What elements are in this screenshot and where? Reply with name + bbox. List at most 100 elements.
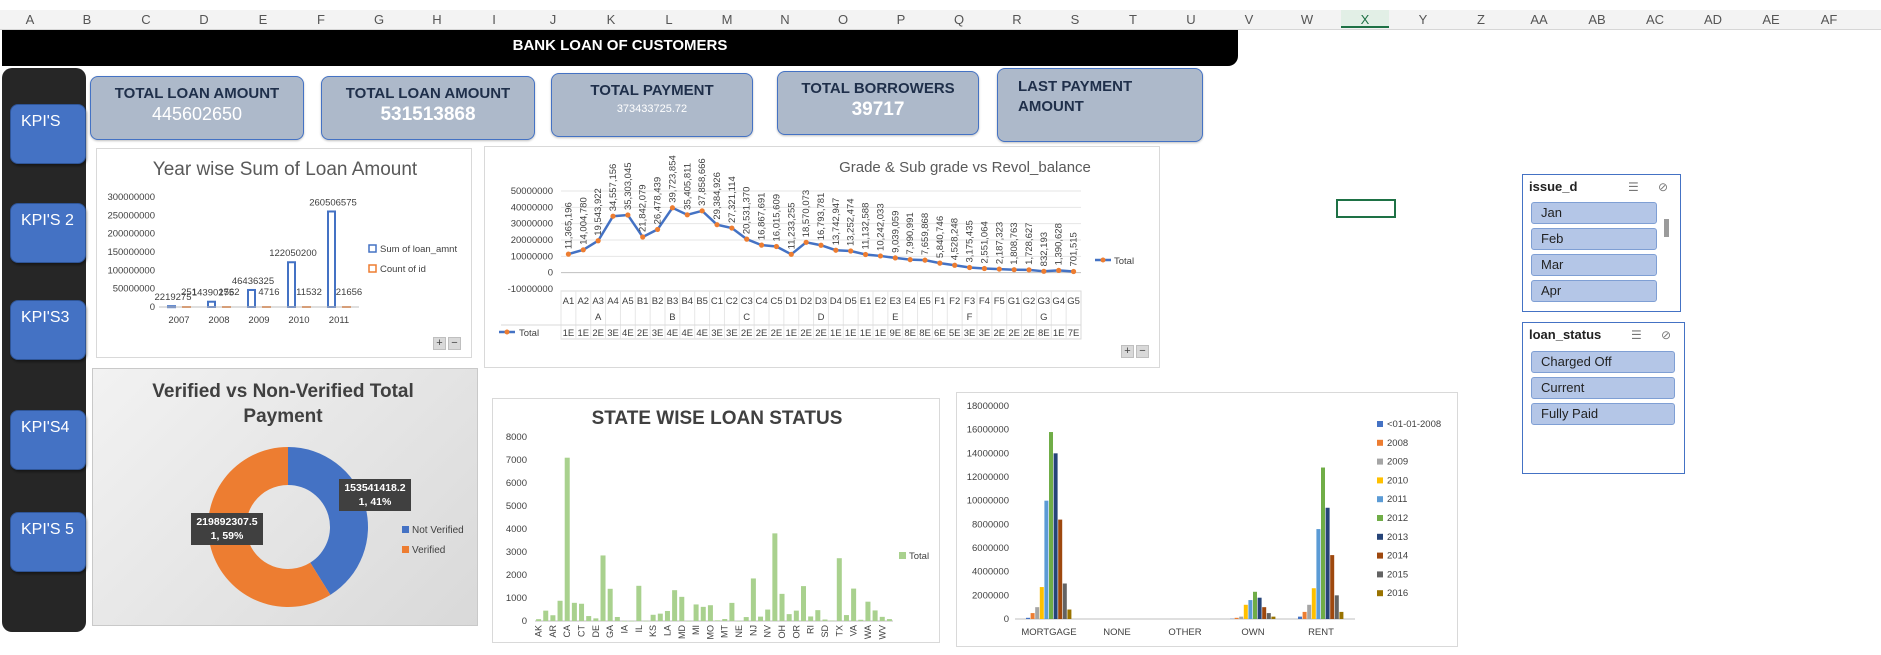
bar-year-series: [1067, 609, 1072, 619]
y-tick-label: 18000000: [967, 401, 1009, 412]
kpi-card-total-borrowers[interactable]: TOTAL BORROWERS 39717: [777, 71, 979, 135]
column-header-c[interactable]: C: [122, 12, 170, 27]
expand-button[interactable]: +: [433, 337, 446, 350]
column-header-o[interactable]: O: [819, 12, 867, 27]
column-header-aa[interactable]: AA: [1515, 12, 1563, 27]
slicer-item[interactable]: Mar: [1531, 254, 1657, 276]
legend-label: 2009: [1387, 457, 1408, 468]
column-header-d[interactable]: D: [180, 12, 228, 27]
column-header-w[interactable]: W: [1283, 12, 1331, 27]
y-tick-label: 2000000: [972, 590, 1009, 601]
data-point: [1041, 268, 1047, 274]
year-wise-loan-chart[interactable]: Year wise Sum of Loan Amount 0 50000000 10…: [96, 148, 472, 358]
bar-total: [679, 596, 685, 621]
slicer-item[interactable]: Charged Off: [1531, 351, 1675, 373]
column-header-n[interactable]: N: [761, 12, 809, 27]
grade-chart-svg: -10000000 0 10000000 20000000 30000000 400000…: [499, 155, 1134, 340]
sidebar-item-kpis-5[interactable]: KPI'S 5: [10, 512, 86, 572]
bar-total: [772, 533, 778, 621]
column-header-x[interactable]: X: [1341, 10, 1389, 28]
column-header-u[interactable]: U: [1167, 12, 1215, 27]
kpi-label: TOTAL LOAN AMOUNT: [114, 85, 280, 102]
multi-select-icon[interactable]: ☰: [1628, 180, 1639, 194]
sidebar-item-kpis-2[interactable]: KPI'S 2: [10, 203, 86, 263]
verified-payment-chart[interactable]: Verified vs Non-Verified Total Payment 1…: [92, 368, 478, 626]
column-header-e[interactable]: E: [239, 12, 287, 27]
legend-label: Total: [1114, 256, 1134, 267]
column-header-v[interactable]: V: [1225, 12, 1273, 27]
kpi-card-total-payment[interactable]: TOTAL PAYMENT 373433725.72: [551, 73, 753, 137]
kpi-card-last-payment-amount[interactable]: LAST PAYMENT AMOUNT: [997, 68, 1203, 142]
column-header-j[interactable]: J: [529, 12, 577, 27]
slicer-item[interactable]: Current: [1531, 377, 1675, 399]
column-header-y[interactable]: Y: [1399, 12, 1447, 27]
column-header-b[interactable]: B: [63, 12, 111, 27]
clear-filter-icon[interactable]: ⊘: [1658, 180, 1668, 194]
y-tick-label: 30000000: [511, 219, 553, 230]
slicer-issue-d[interactable]: issue_d ☰ ⊘ Jan Feb Mar Apr: [1522, 174, 1681, 312]
data-label: 2,551,064: [979, 221, 990, 263]
column-header-k[interactable]: K: [587, 12, 635, 27]
data-point: [788, 251, 794, 257]
column-header-g[interactable]: G: [355, 12, 403, 27]
y-tick-label: 16000000: [967, 425, 1009, 436]
slicer-item[interactable]: Apr: [1531, 280, 1657, 302]
data-point: [818, 242, 824, 248]
data-label: 46436325: [232, 276, 274, 287]
column-header-a[interactable]: A: [6, 12, 54, 27]
collapse-button[interactable]: −: [1136, 345, 1149, 358]
column-header-s[interactable]: S: [1051, 12, 1099, 27]
column-header-m[interactable]: M: [703, 12, 751, 27]
column-header-f[interactable]: F: [297, 12, 345, 27]
bar-year-series: [1302, 611, 1307, 619]
multi-select-icon[interactable]: ☰: [1631, 328, 1642, 342]
slicer-item[interactable]: Feb: [1531, 228, 1657, 250]
column-header-ab[interactable]: AB: [1573, 12, 1621, 27]
sidebar-item-kpis[interactable]: KPI'S: [10, 104, 86, 164]
column-header-z[interactable]: Z: [1457, 12, 1505, 27]
home-ownership-chart[interactable]: 0 2000000 4000000 6000000 8000000 10000000 120…: [956, 392, 1458, 647]
bar-year-series: [1330, 555, 1335, 619]
expand-button[interactable]: +: [1121, 345, 1134, 358]
selected-cell[interactable]: [1336, 199, 1396, 218]
column-header-ae[interactable]: AE: [1747, 12, 1795, 27]
y-tick-label: 8000: [506, 432, 527, 443]
column-header-r[interactable]: R: [993, 12, 1041, 27]
column-header-i[interactable]: I: [470, 12, 518, 27]
data-label: 7,659,868: [920, 213, 931, 255]
data-point: [922, 257, 928, 263]
x-tick-label: VA: [849, 625, 859, 636]
state-wise-loan-status-chart[interactable]: STATE WISE LOAN STATUS 0 1000 2000 3000 4000…: [492, 398, 940, 643]
state-chart-svg: 0 1000 2000 3000 4000 5000 6000 7000 8000 AK AR CA C…: [506, 432, 929, 640]
slicer-scrollbar[interactable]: [1664, 219, 1669, 237]
group-label: B: [669, 312, 675, 323]
collapse-button[interactable]: −: [448, 337, 461, 350]
sidebar-item-kpis4[interactable]: KPI'S4: [10, 410, 86, 470]
data-point: [595, 238, 601, 244]
column-header-q[interactable]: Q: [935, 12, 983, 27]
column-header-t[interactable]: T: [1109, 12, 1157, 27]
slicer-loan-status[interactable]: loan_status ☰ ⊘ Charged Off Current Full…: [1522, 322, 1685, 474]
table-cell: 3E: [607, 328, 619, 339]
column-header-ad[interactable]: AD: [1689, 12, 1737, 27]
x-tick-label: MI: [691, 625, 701, 635]
slicer-item[interactable]: Jan: [1531, 202, 1657, 224]
slicer-item[interactable]: Fully Paid: [1531, 403, 1675, 425]
bar-year-series: [1248, 600, 1253, 619]
clear-filter-icon[interactable]: ⊘: [1661, 328, 1671, 342]
column-header-p[interactable]: P: [877, 12, 925, 27]
kpi-card-total-loan-amount[interactable]: TOTAL LOAN AMOUNT 445602650: [90, 76, 304, 140]
kpi-label: TOTAL LOAN AMOUNT: [345, 85, 511, 102]
data-label: 26,478,439: [653, 177, 664, 225]
grade-revol-balance-chart[interactable]: Grade & Sub grade vs Revol_balance -1000…: [484, 146, 1160, 368]
column-header-ac[interactable]: AC: [1631, 12, 1679, 27]
x-tick-label: TX: [834, 625, 844, 637]
column-header-af[interactable]: AF: [1805, 12, 1853, 27]
column-header-l[interactable]: L: [645, 12, 693, 27]
column-header-h[interactable]: H: [413, 12, 461, 27]
x-tick-label: KS: [648, 625, 658, 637]
y-tick-label: 10000000: [967, 496, 1009, 507]
kpi-card-total-loan-amount-2[interactable]: TOTAL LOAN AMOUNT 531513868: [321, 76, 535, 140]
sidebar-item-kpis3[interactable]: KPI'S3: [10, 300, 86, 360]
x-tick-label: MO: [705, 625, 715, 640]
